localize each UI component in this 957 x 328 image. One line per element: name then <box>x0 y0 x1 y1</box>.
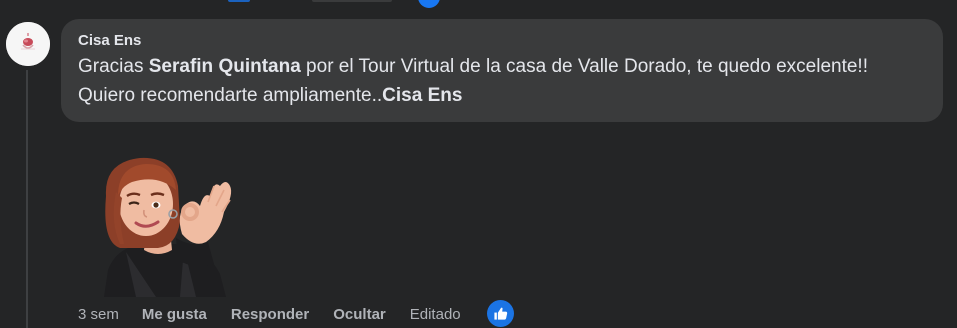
reaction-badge[interactable] <box>486 299 514 327</box>
previous-text-fragment <box>312 0 392 2</box>
comment-bubble: Cisa Ens Gracias Serafin Quintana por el… <box>61 19 943 122</box>
comment-actions: 3 sem Me gusta Responder Ocultar Editado <box>78 299 514 327</box>
comment-text: Gracias Serafin Quintana por el Tour Vir… <box>78 52 927 110</box>
comment-author[interactable]: Cisa Ens <box>78 31 927 51</box>
edited-label: Editado <box>409 306 461 323</box>
thumbs-up-icon <box>494 307 507 320</box>
mention-link[interactable]: Serafin Quintana <box>149 56 301 77</box>
memoji-woman-ok-hand-sticker-icon <box>104 157 232 297</box>
comment-text-part: Gracias <box>78 56 149 77</box>
avatar-logo-icon <box>6 22 50 66</box>
memoji-sticker <box>96 152 238 297</box>
thread-connector-line <box>26 70 28 328</box>
signature-link[interactable]: Cisa Ens <box>382 85 462 106</box>
like-button[interactable]: Me gusta <box>142 305 207 325</box>
comment-timestamp[interactable]: 3 sem <box>78 305 119 325</box>
previous-link-fragment <box>228 0 250 2</box>
reply-button[interactable]: Responder <box>231 305 309 325</box>
comment-thread: Cisa Ens Gracias Serafin Quintana por el… <box>0 0 957 328</box>
avatar[interactable] <box>6 22 50 66</box>
hide-button[interactable]: Ocultar <box>333 305 386 325</box>
previous-reaction-icon <box>418 0 440 8</box>
previous-content-peek <box>0 0 957 8</box>
